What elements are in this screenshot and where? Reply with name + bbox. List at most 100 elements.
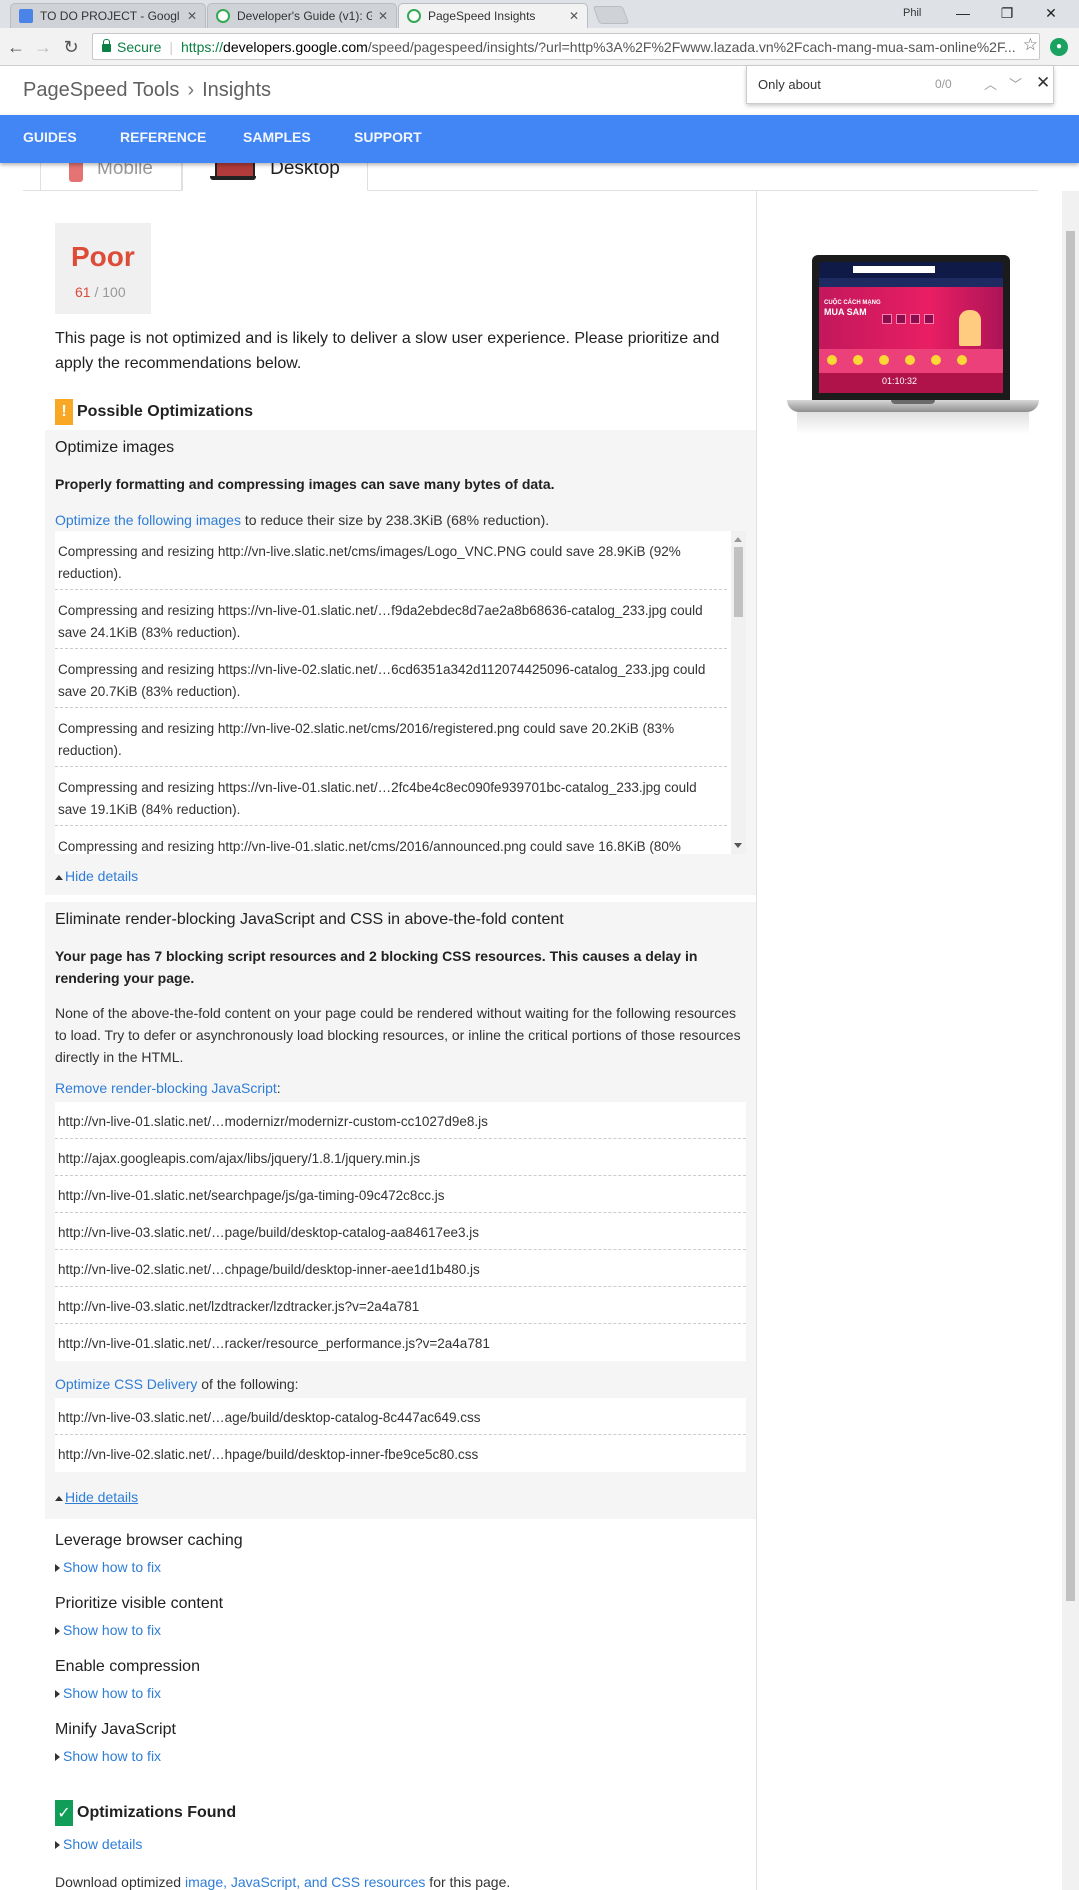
profile-name[interactable]: Phil [903,7,921,19]
find-input[interactable]: Only about [758,77,821,92]
find-previous-icon[interactable]: ︿ [984,74,997,93]
find-count: 0/0 [935,77,952,91]
browser-tab[interactable]: TO DO PROJECT - Googl ✕ [10,3,206,28]
expand-icon [55,1753,60,1762]
google-dev-icon [216,9,230,23]
screenshot-clock: 01:10:32 [882,376,918,386]
nav-samples[interactable]: SAMPLES [243,129,311,145]
breadcrumb-product[interactable]: PageSpeed Tools [23,79,179,101]
rule-title: Optimize images [55,439,175,456]
extension-icon[interactable]: ● [1050,38,1068,56]
docs-icon [19,9,33,23]
tab-strip: TO DO PROJECT - Googl ✕ Developer's Guid… [0,0,1079,28]
list-item: http://vn-live-03.slatic.net/…page/build… [55,1213,746,1250]
list-item: http://vn-live-01.slatic.net/searchpage/… [55,1176,746,1213]
list-item: http://vn-live-03.slatic.net/lzdtracker/… [55,1287,746,1324]
rule-minify-js-title: Minify JavaScript [55,1721,176,1738]
close-icon[interactable]: ✕ [378,9,388,23]
google-dev-icon [407,9,421,23]
remove-render-blocking-js-link[interactable]: Remove render-blocking JavaScript [55,1080,277,1096]
browser-tab[interactable]: Developer's Guide (v1): G ✕ [207,3,397,28]
tab-label: PageSpeed Insights [428,9,536,23]
forward-icon[interactable]: → [32,35,54,59]
optimize-css-delivery-link[interactable]: Optimize CSS Delivery [55,1376,197,1392]
close-icon[interactable]: ✕ [569,9,579,23]
list-item: Compressing and resizing http://vn-live.… [55,531,727,590]
image-list[interactable]: Compressing and resizing http://vn-live.… [55,531,746,854]
find-bar: Only about 0/0 ︿ ﹀ ✕ [746,66,1054,104]
optimizations-found-heading: ✓ Optimizations Found [55,1800,236,1826]
score-label: Poor [71,241,135,272]
score-box: Poor 61 / 100 [55,223,151,314]
lock-icon [102,39,111,52]
page-scroll-thumb[interactable] [1066,231,1075,1601]
collapse-icon [55,1495,63,1501]
browser-tab-active[interactable]: PageSpeed Insights ✕ [398,3,588,28]
expand-icon [55,1627,60,1636]
close-icon[interactable]: ✕ [187,9,197,23]
list-item: Compressing and resizing http://vn-live-… [55,708,727,767]
checkmark-icon: ✓ [55,1800,73,1826]
find-close-icon[interactable]: ✕ [1036,73,1050,93]
breadcrumb-page[interactable]: Insights [202,79,271,101]
page-screenshot: CUỘC CÁCH MẠNG MUA SAM 01:10:32 [819,262,1003,393]
list-scrollbar[interactable] [731,531,746,854]
hide-details-link[interactable]: Hide details [55,1489,138,1505]
browser-toolbar: ← → ↻ Secure | https://developers.google… [0,28,1079,66]
screenshot-title: CUỘC CÁCH MẠNG MUA SAM [824,300,881,317]
back-icon[interactable]: ← [5,35,27,59]
scroll-thumb[interactable] [734,547,743,617]
scroll-up-icon[interactable] [734,537,742,542]
nav-reference[interactable]: REFERENCE [120,129,206,145]
expand-icon [55,1841,60,1850]
download-resources-link[interactable]: image, JavaScript, and CSS resources [185,1874,425,1890]
list-item: http://ajax.googleapis.com/ajax/libs/jqu… [55,1139,746,1176]
show-how-to-fix-link[interactable]: Show how to fix [55,1685,161,1701]
find-next-icon[interactable]: ﹀ [1009,74,1022,93]
page-scrollbar[interactable] [1062,191,1079,1890]
list-item: http://vn-live-01.slatic.net/…racker/res… [58,1336,490,1351]
js-heading: Remove render-blocking JavaScript: [55,1080,281,1096]
list-item: Compressing and resizing http://vn-live-… [55,826,727,854]
chevron-right-icon: › [187,79,195,101]
css-resource-list: http://vn-live-03.slatic.net/…age/build/… [55,1398,746,1472]
scroll-down-icon[interactable] [734,843,742,848]
secure-label: Secure [117,38,162,55]
laptop-shadow [797,412,1029,434]
download-optimized-text: Download optimized image, JavaScript, an… [55,1874,511,1890]
show-how-to-fix-link[interactable]: Show how to fix [55,1622,161,1638]
new-tab-button[interactable] [592,6,630,24]
list-item: http://vn-live-01.slatic.net/…modernizr/… [55,1102,746,1139]
list-item: http://vn-live-02.slatic.net/…hpage/buil… [58,1447,479,1462]
reload-icon[interactable]: ↻ [60,35,82,59]
bookmark-star-icon[interactable]: ☆ [1023,35,1038,55]
url-text: https://developers.google.com/speed/page… [181,38,1016,55]
column-divider [756,191,757,1890]
show-details-link[interactable]: Show details [55,1836,142,1852]
list-item: Compressing and resizing https://vn-live… [55,649,727,708]
tab-label: TO DO PROJECT - Googl [40,9,180,23]
rule-render-blocking: Eliminate render-blocking JavaScript and… [45,902,756,1519]
address-bar[interactable]: Secure | https://developers.google.com/s… [92,33,1040,60]
possible-optimizations-heading: ! Possible Optimizations [55,399,253,425]
show-how-to-fix-link[interactable]: Show how to fix [55,1559,161,1575]
nav-support[interactable]: SUPPORT [354,129,422,145]
tab-label: Developer's Guide (v1): G [237,9,372,23]
minimize-icon[interactable]: — [943,2,983,24]
close-window-icon[interactable]: ✕ [1031,2,1071,24]
summary-text: This page is not optimized and is likely… [55,330,720,372]
js-resource-list: http://vn-live-01.slatic.net/…modernizr/… [55,1102,746,1361]
expand-icon [55,1690,60,1699]
optimize-images-link[interactable]: Optimize the following images [55,512,241,528]
rule-optimize-images: Optimize images Properly formatting and … [45,430,756,895]
restore-icon[interactable]: ❐ [987,2,1027,24]
show-how-to-fix-link[interactable]: Show how to fix [55,1748,161,1764]
collapse-icon [55,874,63,880]
score-value: 61 / 100 [75,284,126,300]
nav-guides[interactable]: GUIDES [23,129,77,145]
rule-summary: Your page has 7 blocking script resource… [55,948,698,986]
hide-details-link[interactable]: Hide details [55,868,138,884]
warning-icon: ! [55,399,73,425]
list-item: http://vn-live-03.slatic.net/…age/build/… [55,1398,746,1435]
separator: | [169,38,173,55]
